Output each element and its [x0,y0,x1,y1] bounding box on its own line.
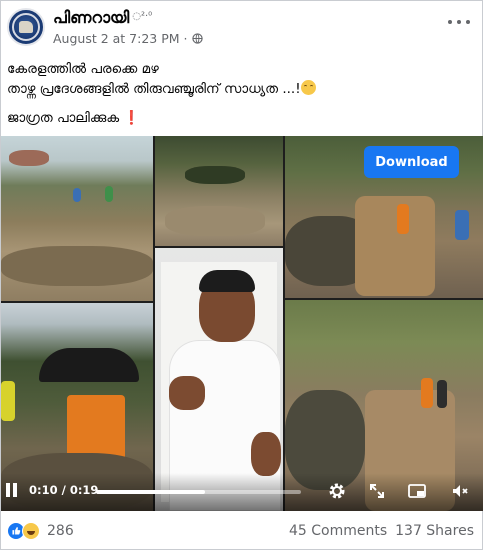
mud-path [355,196,435,296]
video-panel-mudslide [155,136,283,246]
globe-icon [191,33,203,44]
reaction-count[interactable]: 286 [47,523,74,539]
meta-separator: · [183,31,188,46]
mud [165,206,265,236]
umbrella [39,348,139,382]
post-text: കേരളത്തിൽ പരക്കെ മഴ താഴ്ന്ന പ്രദേശങ്ങളിൽ… [7,59,477,128]
post-line-3: ജാഗ്രത പാലിക്കുക ❗ [7,108,477,128]
author-name-text[interactable]: പിണറായി [53,8,129,27]
speaker-hand [169,376,205,410]
exclamation-icon: ❗ [123,110,141,126]
pensive-face-icon [300,80,316,95]
haha-reaction-icon[interactable] [22,522,40,540]
muted-speaker-icon[interactable] [450,481,470,501]
person [73,188,81,202]
speaker-hair [199,270,255,292]
house-roof [9,150,49,166]
post-card: പിണറായി ◌²·⁰ August 2 at 7:23 PM · കേരളത്… [0,0,483,550]
video-time: 0:10 / 0:19 [29,483,98,497]
avatar-figure [19,21,33,33]
comments-count[interactable]: 45 Comments [289,523,387,539]
picture-in-picture-icon[interactable] [407,481,427,501]
author-avatar[interactable] [7,8,45,46]
rescue-worker [455,210,469,240]
debris [1,246,153,286]
post-line-1: കേരളത്തിൽ പരക്കെ മഴ [7,61,159,77]
post-meta: August 2 at 7:23 PM · [53,31,203,46]
current-time: 0:10 [29,483,58,497]
video-player[interactable]: Download 0:10 / 0:19 [1,136,483,511]
speaker-hand [251,432,281,476]
author-name[interactable]: പിണറായി ◌²·⁰ [53,8,152,28]
progress-fill [96,490,205,494]
engagement-stats: 45 Comments 137 Shares [289,523,474,539]
person [105,186,113,202]
post-header: പിണറായി ◌²·⁰ August 2 at 7:23 PM · [1,1,483,57]
post-line-gap [7,99,477,108]
duration: 0:19 [69,483,99,497]
progress-bar[interactable] [96,490,301,494]
pause-icon[interactable] [4,483,18,499]
video-panel-landslide-village [1,136,153,301]
video-panel-speaker [155,248,283,511]
gear-icon[interactable] [327,481,347,501]
person [437,380,447,408]
post-line-2: താഴ്ന്ന പ്രദേശങ്ങളിൽ തിരുവഞ്ചൂരിന് സാധ്യ… [7,79,477,99]
more-options-icon[interactable] [448,15,470,29]
post-footer: 286 45 Comments 137 Shares [1,513,483,550]
download-button[interactable]: Download [364,146,459,178]
post-line-2-text: താഴ്ന്ന പ്രദേശങ്ങളിൽ തിരുവഞ്ചൂരിന് സാധ്യ… [7,81,301,97]
post-line-3-text: ജാഗ്രത പാലിക്കുക [7,110,124,126]
worker [1,381,15,421]
shares-count[interactable]: 137 Shares [395,523,474,539]
author-badge: ◌²·⁰ [132,11,153,22]
time-separator: / [57,483,70,497]
expand-icon[interactable] [367,481,387,501]
post-date[interactable]: August 2 at 7:23 PM [53,31,180,46]
rescue-worker [421,378,433,408]
trees [185,166,245,184]
rescue-worker [397,204,409,234]
video-controls: 0:10 / 0:19 [1,473,483,511]
